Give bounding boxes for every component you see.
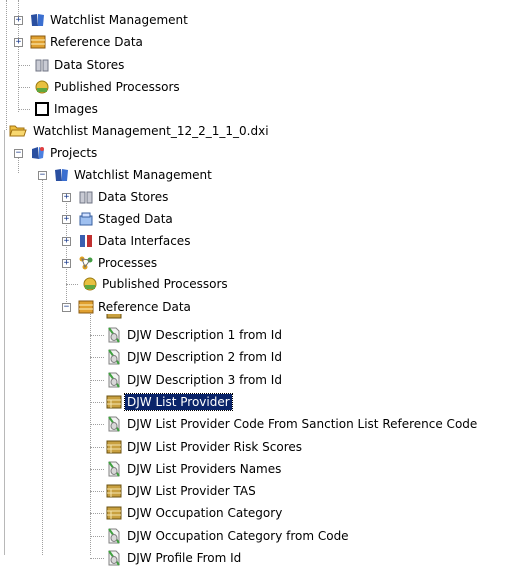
reference-data-item[interactable]: DJW Description 1 from Id: [125, 327, 284, 343]
expand-toggle[interactable]: +: [14, 38, 23, 47]
tree-node-label[interactable]: Watchlist Management: [72, 167, 214, 183]
tree-connector: [90, 491, 104, 492]
table-icon: [106, 439, 122, 455]
reference-data-item[interactable]: DJW Description 2 from Id: [125, 349, 284, 365]
lookup-icon: [106, 372, 122, 388]
data-stores-icon: [34, 57, 50, 73]
reference-data-item[interactable]: DJW List Provider Risk Scores: [125, 439, 304, 455]
collapse-toggle[interactable]: −: [62, 303, 71, 312]
reference-data-icon: [78, 299, 94, 315]
reference-data-icon: [30, 34, 46, 50]
tree-connector: [90, 558, 104, 559]
reference-data-item[interactable]: DJW Occupation Category from Code: [125, 528, 351, 544]
lookup-icon: [106, 461, 122, 477]
processor-icon: [34, 79, 50, 95]
tree-connector: [90, 402, 104, 403]
collapse-toggle[interactable]: −: [14, 149, 23, 158]
tree-connector: [6, 0, 7, 130]
expand-toggle[interactable]: +: [62, 237, 71, 246]
book-icon: [54, 167, 70, 183]
tree-node-label[interactable]: Reference Data: [48, 34, 145, 50]
reference-data-item[interactable]: DJW List Provider TAS: [125, 483, 258, 499]
tree-connector: [42, 178, 43, 555]
images-icon: [34, 101, 50, 117]
tree-connector: [18, 87, 30, 88]
collapse-toggle[interactable]: −: [38, 171, 47, 180]
project-tree: + Watchlist Management + Reference Data …: [0, 0, 510, 566]
tree-node-label[interactable]: Data Interfaces: [96, 233, 192, 249]
tree-connector: [90, 335, 104, 336]
reference-data-item[interactable]: DJW Occupation Category: [125, 505, 284, 521]
tree-node-label[interactable]: Published Processors: [100, 276, 230, 292]
processes-icon: [78, 255, 94, 271]
expand-toggle[interactable]: +: [62, 259, 71, 268]
tree-node-label[interactable]: Reference Data: [96, 299, 193, 315]
table-icon: [106, 394, 122, 410]
table-icon: [106, 505, 122, 521]
tree-node-label[interactable]: Projects: [48, 145, 99, 161]
tree-node-label[interactable]: Watchlist Management: [48, 12, 190, 28]
expand-toggle[interactable]: +: [14, 16, 23, 25]
reference-data-item[interactable]: DJW Profile From Id: [125, 550, 243, 566]
tree-connector: [90, 513, 104, 514]
reference-data-item[interactable]: DJW List Provider: [124, 393, 233, 411]
tree-connector: [90, 424, 104, 425]
tree-connector: [18, 109, 30, 110]
tree-connector: [90, 314, 91, 555]
table-icon: [106, 314, 122, 320]
reference-data-item[interactable]: DJW List Providers Names: [125, 461, 283, 477]
tree-connector: [90, 536, 104, 537]
book-icon: [30, 12, 46, 28]
lookup-icon: [106, 528, 122, 544]
tree-node-label[interactable]: Data Stores: [96, 189, 170, 205]
lookup-icon: [106, 349, 122, 365]
reference-data-item[interactable]: DJW List Provider Code From Sanction Lis…: [125, 416, 479, 432]
tree-node-label[interactable]: Watchlist Management_12_2_1_1_0.dxi: [31, 123, 271, 139]
tree-connector: [90, 357, 104, 358]
tree-node-label[interactable]: Published Processors: [52, 79, 182, 95]
lookup-icon: [106, 327, 122, 343]
expand-toggle[interactable]: +: [62, 215, 71, 224]
tree-connector: [90, 469, 104, 470]
tree-connector: [18, 65, 30, 66]
tree-connector: [18, 156, 19, 173]
expand-toggle[interactable]: +: [62, 193, 71, 202]
lookup-icon: [106, 416, 122, 432]
processor-icon: [82, 276, 98, 292]
tree-connector: [66, 284, 78, 285]
tree-connector: [90, 447, 104, 448]
projects-icon: [30, 145, 46, 161]
data-stores-icon: [78, 189, 94, 205]
tree-edge: [4, 130, 5, 555]
reference-data-item[interactable]: DJW Description 3 from Id: [125, 372, 284, 388]
tree-node-label[interactable]: Staged Data: [96, 211, 175, 227]
lookup-icon: [106, 550, 122, 566]
tree-node-label[interactable]: Images: [52, 101, 100, 117]
tree-connector: [90, 380, 104, 381]
table-icon: [106, 483, 122, 499]
staged-data-icon: [78, 211, 94, 227]
tree-node-label[interactable]: Data Stores: [52, 57, 126, 73]
folder-open-icon: [9, 123, 27, 139]
tree-node-label[interactable]: Processes: [96, 255, 159, 271]
data-interfaces-icon: [78, 233, 94, 249]
